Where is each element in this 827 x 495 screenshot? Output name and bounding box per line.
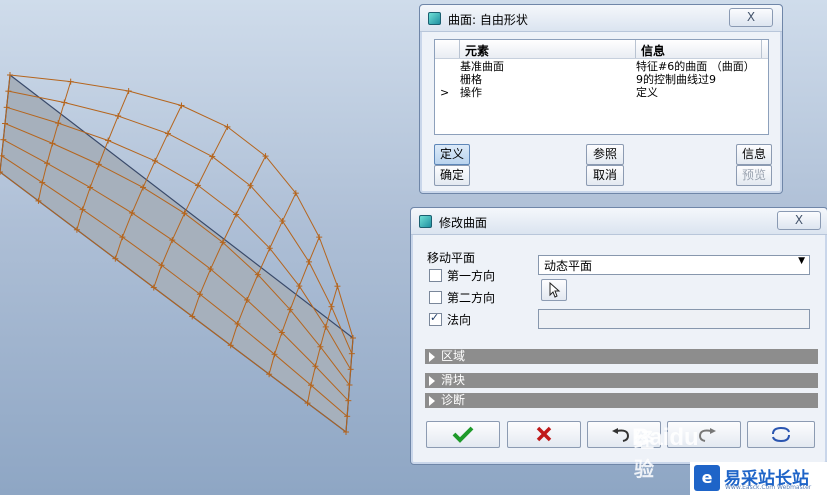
row-element: 操作 xyxy=(460,86,482,99)
plane-dropdown[interactable]: 动态平面 ▼ xyxy=(538,255,810,275)
site-logo: e 易采站长站 Www.Easck.Com Webmaster xyxy=(690,462,827,495)
dialog-titlebar: 曲面: 自由形状 X xyxy=(420,5,782,32)
info-button[interactable]: 信息 xyxy=(736,144,772,165)
site-logo-icon: e xyxy=(694,465,720,491)
section-region[interactable]: 区域 xyxy=(425,349,818,364)
dialog-titlebar: 修改曲面 X xyxy=(411,208,827,235)
row-element: 基准曲面 xyxy=(460,60,504,73)
refresh-button[interactable] xyxy=(747,421,815,448)
preview-button[interactable]: 预览 xyxy=(736,165,772,186)
row-element: 栅格 xyxy=(460,73,482,86)
dropdown-value: 动态平面 xyxy=(544,259,593,273)
x-cross-icon xyxy=(536,426,552,442)
cancel-button[interactable]: 取消 xyxy=(586,165,624,186)
dialog-title: 修改曲面 xyxy=(439,216,488,230)
dialog-title: 曲面: 自由形状 xyxy=(448,13,528,27)
modify-surface-dialog: 修改曲面 X 移动平面 动态平面 ▼ 第一方向 第二方向 法向 区域 滑块 诊断 xyxy=(410,207,827,465)
reject-button[interactable] xyxy=(507,421,581,448)
checkmark-icon xyxy=(452,426,474,443)
section-diagnostics[interactable]: 诊断 xyxy=(425,393,818,408)
cursor-icon xyxy=(549,281,561,298)
close-button[interactable]: X xyxy=(777,211,821,230)
normal-checkbox[interactable] xyxy=(429,311,442,326)
col-info: 信息 xyxy=(641,44,666,58)
element-table: 元素 信息 基准曲面 特征#6的曲面 （曲面） 栅格 9的控制曲线过9 > 操作… xyxy=(434,39,769,135)
normal-label: 法向 xyxy=(447,313,472,327)
app-icon xyxy=(428,12,441,25)
section-slider[interactable]: 滑块 xyxy=(425,373,818,388)
row-info: 特征#6的曲面 （曲面） xyxy=(636,60,755,73)
normal-reference-field[interactable] xyxy=(538,309,810,329)
second-direction-checkbox[interactable] xyxy=(429,291,442,304)
select-arrow-button[interactable] xyxy=(541,279,567,301)
first-direction-checkbox[interactable] xyxy=(429,269,442,282)
section-label: 区域 xyxy=(441,349,466,363)
refresh-icon xyxy=(772,426,790,443)
second-direction-label: 第二方向 xyxy=(447,291,496,305)
table-header: 元素 信息 xyxy=(435,40,768,59)
chevron-down-icon: ▼ xyxy=(798,256,805,266)
reference-button[interactable]: 参照 xyxy=(586,144,624,165)
row-info: 定义 xyxy=(636,86,658,99)
site-subtitle: Www.Easck.Com Webmaster xyxy=(725,484,812,491)
freeform-surface-dialog: 曲面: 自由形状 X 元素 信息 基准曲面 特征#6的曲面 （曲面） 栅格 9的… xyxy=(419,4,783,194)
surface-face xyxy=(0,73,354,434)
move-plane-label: 移动平面 xyxy=(427,251,476,265)
section-label: 滑块 xyxy=(441,373,466,387)
close-button[interactable]: X xyxy=(729,8,773,27)
expand-arrow-icon[interactable]: > xyxy=(440,86,449,99)
accept-button[interactable] xyxy=(426,421,500,448)
define-button[interactable]: 定义 xyxy=(434,144,470,165)
row-info: 9的控制曲线过9 xyxy=(636,73,716,86)
jingyan-text: 经验 xyxy=(634,428,654,481)
app-icon xyxy=(419,215,432,228)
col-element: 元素 xyxy=(465,44,490,58)
section-label: 诊断 xyxy=(441,393,466,407)
first-direction-label: 第一方向 xyxy=(447,269,496,283)
ok-button[interactable]: 确定 xyxy=(434,165,470,186)
